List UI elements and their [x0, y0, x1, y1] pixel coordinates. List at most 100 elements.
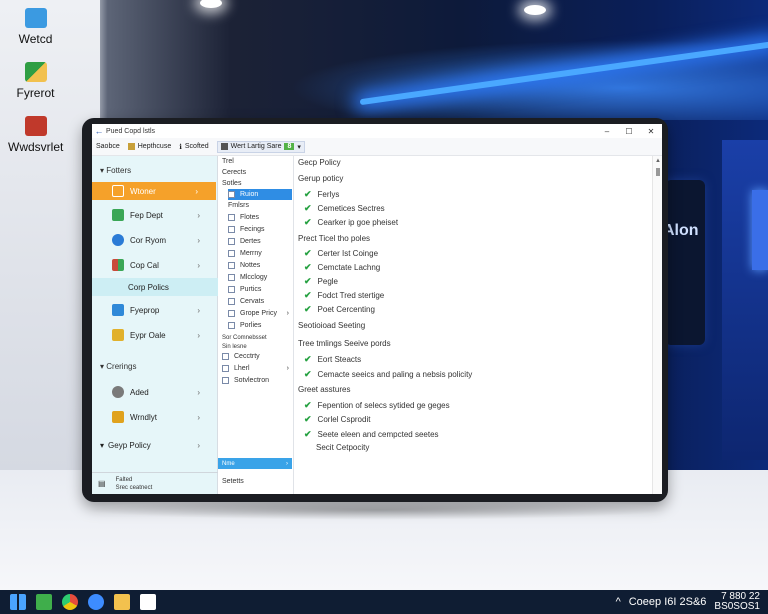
tree-status: Setetts: [222, 478, 244, 485]
vertical-scrollbar[interactable]: ▲: [652, 156, 662, 494]
sidebar-item[interactable]: ▾ Geyp Policy ›: [92, 436, 218, 454]
policy-option-label: Certer Ist Coinge: [317, 249, 379, 258]
tree-item[interactable]: Purtics: [228, 284, 292, 295]
tree-item[interactable]: Cerects: [222, 167, 292, 178]
file-icon: [228, 262, 235, 269]
policy-option[interactable]: ✔ Fodct Tred stertige: [304, 290, 384, 301]
wall-panel: Alon: [663, 180, 705, 345]
tree-item[interactable]: Lherl ›: [222, 363, 292, 374]
sidebar-item-label: Fep Dept: [130, 210, 163, 220]
sidebar-item[interactable]: Cor Ryom ›: [92, 231, 218, 249]
policy-option[interactable]: ✔ Pegle: [304, 276, 338, 287]
app-green-icon[interactable]: [36, 594, 52, 610]
clock[interactable]: 7 880 22 BS0SOS1: [714, 592, 760, 612]
tree-item[interactable]: Cervats: [228, 296, 292, 307]
sidebar-item-label: Geyp Policy: [108, 440, 151, 450]
tree-item[interactable]: Trel: [222, 156, 292, 167]
maximize-button[interactable]: ☐: [618, 127, 640, 136]
policy-option[interactable]: ✔ Cearker ip goe pheiset: [304, 217, 398, 228]
tree-item-label: Nottes: [240, 262, 261, 269]
doc-icon: [127, 143, 135, 150]
policy-option[interactable]: ✔ Seete eleen and cempcted seetes: [304, 429, 439, 440]
tree-item[interactable]: Cecctrty: [222, 351, 292, 362]
folder-icon: [112, 329, 124, 341]
file-icon: [228, 214, 235, 221]
file-icon: [222, 365, 229, 372]
sidebar-item-highlight[interactable]: Corp Polics: [92, 278, 218, 296]
policy-option[interactable]: ✔ Certer Ist Coinge: [304, 248, 378, 259]
file-icon: [228, 238, 235, 245]
toolbar-item-label: Scofted: [184, 143, 209, 150]
notes-icon[interactable]: [140, 594, 156, 610]
tree-item[interactable]: Porlies: [228, 320, 292, 331]
toolbar-item[interactable]: Hepthcuse: [127, 143, 171, 150]
minimize-button[interactable]: –: [596, 127, 618, 136]
policy-option[interactable]: Secit Cetpocity: [304, 443, 369, 452]
tag-icon: [220, 143, 228, 150]
close-button[interactable]: ✕: [640, 127, 662, 136]
desktop-icon[interactable]: Fyrerot: [8, 62, 63, 100]
sidebar-item[interactable]: Fep Dept ›: [92, 206, 218, 224]
tree-item[interactable]: Fmlsrs: [228, 200, 292, 211]
policy-option[interactable]: ✔ Cemetices Sectres: [304, 203, 385, 214]
tree-item[interactable]: Dertes: [228, 236, 292, 247]
system-tray: ^ Coeep I6I 2S&6 7 880 22 BS0SOS1: [616, 592, 760, 612]
policy-option[interactable]: ✔ Fepention of selecs sytided ge geges: [304, 400, 450, 411]
explorer-icon[interactable]: [114, 594, 130, 610]
gear-icon: [112, 386, 124, 398]
policy-option[interactable]: ✔ Cemacte seeics and paling a nebsis poli…: [304, 369, 472, 380]
chevron-down-icon: ▾: [100, 440, 105, 450]
sidebar-item-label: Eypr Oale: [130, 330, 166, 340]
tree-item[interactable]: Fecings: [228, 224, 292, 235]
scroll-up-icon[interactable]: ▲: [655, 158, 661, 164]
tree-item-selected[interactable]: Ruion: [228, 189, 292, 200]
checkmark-icon: ✔: [304, 369, 312, 379]
tree-item[interactable]: Mlcclogy: [228, 272, 292, 283]
desktop-icon-label: Wetcd: [18, 32, 53, 46]
policy-option-label: Poet Cercenting: [317, 305, 375, 314]
windows-start-icon[interactable]: [10, 594, 26, 610]
grid-icon: [112, 209, 124, 221]
desktop-icon[interactable]: Wwdsvrlet: [8, 116, 63, 154]
pencil-icon: [112, 185, 124, 197]
policy-option-label: Cearker ip goe pheiset: [317, 218, 399, 227]
tree-item[interactable]: Sotvlectron: [222, 375, 292, 386]
chevron-down-icon[interactable]: ▾: [297, 143, 301, 151]
policy-option[interactable]: ✔ Corlel Csprodit: [304, 414, 370, 425]
policy-option[interactable]: ✔ Eort Steacts: [304, 354, 361, 365]
footer-line: Srec ceatnect: [115, 484, 153, 491]
desktop-icon[interactable]: Wetcd: [8, 8, 63, 46]
tree-item[interactable]: Merrny: [228, 248, 292, 259]
tree-item[interactable]: Nottes: [228, 260, 292, 271]
tree-item-label: Merrny: [240, 250, 262, 257]
policy-option-label: Pegle: [317, 277, 339, 286]
toolbar-item-active[interactable]: Wert Lartig Sare 8 ▾: [216, 140, 305, 153]
edge-icon[interactable]: [88, 594, 104, 610]
sidebar-item-selected[interactable]: Wtoner ›: [92, 182, 216, 200]
tree-item[interactable]: Sotles: [222, 178, 292, 189]
policy-option-label: Corlel Csprodit: [317, 415, 371, 424]
checkmark-icon: ✔: [304, 414, 312, 424]
policy-option[interactable]: ✔ Cemctate Lachng: [304, 262, 380, 273]
chevron-up-icon[interactable]: ^: [616, 596, 621, 608]
policy-option[interactable]: ✔ Ferlys: [304, 189, 339, 200]
tree-item-selected[interactable]: Nme ›: [218, 458, 292, 469]
sidebar-item[interactable]: Aded ›: [92, 383, 218, 401]
policy-option-label: Cemctate Lachng: [317, 263, 381, 272]
policy-option[interactable]: ✔ Poet Cercenting: [304, 304, 375, 315]
tree-item[interactable]: Grope Pricy ›: [228, 308, 292, 319]
toolbar-item[interactable]: Saobce: [96, 143, 120, 150]
group-header: Prect Ticel tho poles: [298, 234, 371, 243]
policy-option-label: Fepention of selecs sytided ge geges: [317, 401, 450, 410]
sidebar-item[interactable]: Fyeprop ›: [92, 301, 218, 319]
sidebar-item[interactable]: Cop Cal ›: [92, 256, 218, 274]
back-arrow-icon[interactable]: ←: [92, 126, 106, 136]
group-header: Seotioioad Seeting: [298, 321, 366, 330]
toolbar-item[interactable]: ℹ Scofted: [179, 143, 208, 151]
chrome-icon[interactable]: [62, 594, 78, 610]
sidebar-item[interactable]: Wrndlyt ›: [92, 408, 218, 426]
scrollbar-thumb[interactable]: [656, 168, 660, 176]
tree-item[interactable]: Flotes: [228, 212, 292, 223]
sidebar-item-label: Cor Ryom: [130, 235, 167, 245]
sidebar-item[interactable]: Eypr Oale ›: [92, 326, 218, 344]
